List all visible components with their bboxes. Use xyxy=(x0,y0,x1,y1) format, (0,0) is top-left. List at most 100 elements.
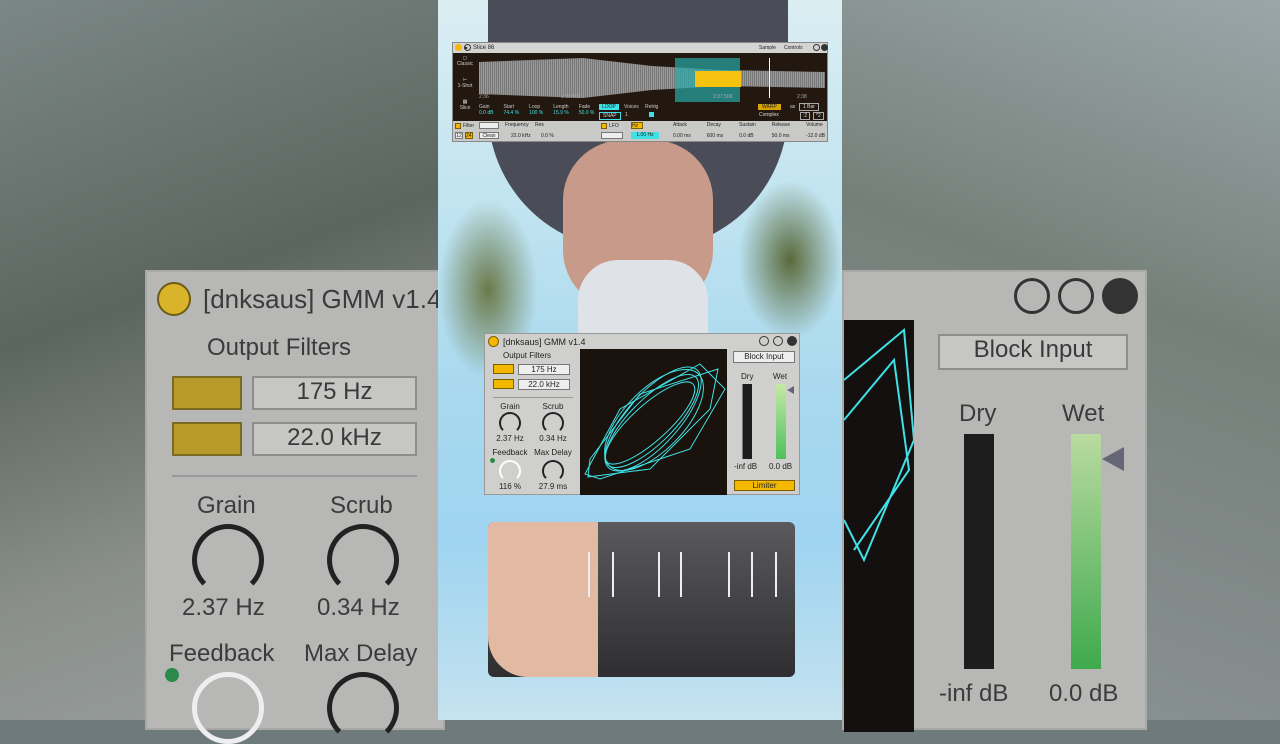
limiter-button[interactable]: Limiter xyxy=(734,480,795,491)
wet-slider-handle[interactable] xyxy=(1102,447,1124,471)
double-button[interactable]: *2 xyxy=(813,112,824,120)
scrub-knob[interactable] xyxy=(542,412,564,434)
hotswap-icon[interactable] xyxy=(1058,278,1094,314)
filter-type-select[interactable] xyxy=(479,122,499,129)
start-marker[interactable] xyxy=(769,58,770,98)
highpass-freq-field[interactable]: 175 Hz xyxy=(252,376,417,410)
lissajous-trace xyxy=(584,363,726,480)
device-power-icon[interactable] xyxy=(488,336,499,347)
slope-12-button[interactable]: 12 xyxy=(455,132,463,139)
param-fade[interactable]: Fade 50.0 % xyxy=(579,104,595,116)
settings-icon[interactable] xyxy=(813,44,820,51)
warp-toggle[interactable]: WARP xyxy=(758,104,781,110)
sampler-title: Slice 86 xyxy=(473,45,495,51)
wet-value: 0.0 dB xyxy=(769,462,793,471)
save-preset-icon[interactable] xyxy=(1102,278,1138,314)
key-light xyxy=(728,552,730,597)
feedback-led[interactable] xyxy=(490,458,495,463)
env-sustain[interactable]: Sustain 0.0 dB xyxy=(739,122,756,139)
lowpass-freq-field[interactable]: 22.0 kHz xyxy=(252,422,417,456)
mode-slice[interactable]: ▦ Slice xyxy=(455,99,475,119)
warp-mode-select[interactable]: Complex xyxy=(759,112,779,118)
lowpass-button[interactable] xyxy=(172,422,242,456)
voices-label: Voices xyxy=(624,104,639,110)
divider xyxy=(172,475,417,477)
hotswap-icon[interactable] xyxy=(773,336,783,346)
lfo-rate-field[interactable]: 1.00 Hz xyxy=(631,132,659,139)
max-delay-knob[interactable] xyxy=(542,460,564,482)
wet-label: Wet xyxy=(773,372,788,381)
wet-slider-handle[interactable] xyxy=(787,386,794,394)
scrub-label: Scrub xyxy=(330,492,393,519)
feedback-knob[interactable] xyxy=(192,672,264,744)
block-input-button[interactable]: Block Input xyxy=(733,351,795,363)
env-attack[interactable]: Attack 0.00 ms xyxy=(673,122,691,139)
fold-icon[interactable] xyxy=(759,336,769,346)
lowpass-button[interactable] xyxy=(493,379,514,389)
foliage xyxy=(738,180,842,340)
param-loop[interactable]: Loop 100 % xyxy=(529,104,543,116)
max-delay-knob[interactable] xyxy=(327,672,399,744)
play-icon[interactable]: ▶ xyxy=(464,44,471,51)
lfo-toggle[interactable] xyxy=(601,123,607,129)
highpass-button[interactable] xyxy=(493,364,514,374)
fold-icon[interactable] xyxy=(1014,278,1050,314)
frequency-label: Frequency xyxy=(505,122,529,128)
tab-controls[interactable]: Controls xyxy=(784,45,803,51)
frequency-value[interactable]: 22.0 kHz xyxy=(511,133,531,139)
grain-knob[interactable] xyxy=(499,412,521,434)
half-button[interactable]: :2 xyxy=(800,112,811,120)
wet-label: Wet xyxy=(1062,400,1105,427)
lfo-hz-button[interactable]: Hz xyxy=(631,122,643,129)
snap-toggle[interactable]: SNAP xyxy=(599,112,621,120)
power-icon[interactable] xyxy=(455,44,462,51)
save-icon[interactable] xyxy=(821,44,828,51)
mode-one-shot[interactable]: ⊢ 1-Shot xyxy=(455,77,475,97)
retrig-toggle[interactable] xyxy=(649,112,654,117)
lfo-wave-select[interactable] xyxy=(601,132,623,139)
block-input-button[interactable]: Block Input xyxy=(938,334,1128,370)
warp-length-field[interactable]: 1 Bar xyxy=(799,103,819,111)
sampler-bottom: Filter 12 24 Clean Frequency 22.0 kHz Re… xyxy=(453,121,827,142)
key-light xyxy=(680,552,682,597)
env-decay[interactable]: Decay 600 ms xyxy=(707,122,723,139)
gmm-zoomed-panel: [dnksaus] GMM v1.4 Output Filters 175 Hz… xyxy=(145,270,445,744)
hand xyxy=(488,522,598,677)
feedback-knob[interactable] xyxy=(499,460,521,482)
env-release[interactable]: Release 50.0 ms xyxy=(772,122,790,139)
env-volume[interactable]: Volume -12.0 dB xyxy=(806,122,825,139)
param-start[interactable]: Start 74.4 % xyxy=(503,104,519,116)
wet-meter xyxy=(776,384,786,459)
voices-select[interactable]: 1 xyxy=(625,112,628,118)
lowpass-freq-field[interactable]: 22.0 kHz xyxy=(518,379,570,390)
filter-label: Filter xyxy=(463,123,475,129)
grain-value: 2.37 Hz xyxy=(182,594,265,621)
filter-circuit-select[interactable]: Clean xyxy=(479,132,499,139)
gmm-device: [dnksaus] GMM v1.4 Output Filters 175 Hz… xyxy=(484,333,800,495)
param-length[interactable]: Length 15.9 % xyxy=(553,104,569,116)
param-gain[interactable]: Gain 0.0 dB xyxy=(479,104,493,116)
tab-sample[interactable]: Sample xyxy=(759,45,776,51)
mode-classic[interactable]: ◻ Classic xyxy=(455,55,475,75)
slope-24-button[interactable]: 24 xyxy=(465,132,473,139)
key-light xyxy=(612,552,614,597)
save-preset-icon[interactable] xyxy=(787,336,797,346)
scrub-value: 0.34 Hz xyxy=(539,434,567,443)
divider xyxy=(493,397,573,398)
scrub-knob[interactable] xyxy=(327,524,399,596)
roli-seaboard-controller xyxy=(488,522,795,677)
wet-meter xyxy=(1071,434,1101,669)
device-title: [dnksaus] GMM v1.4 xyxy=(203,284,442,314)
scrub-value: 0.34 Hz xyxy=(317,594,400,621)
key-light xyxy=(588,552,590,597)
as-label: as xyxy=(790,104,796,110)
sampler-device: ▶ Slice 86 Sample Controls ◻ Classic ⊢ 1-S… xyxy=(452,42,828,142)
res-value[interactable]: 0.0 % xyxy=(541,133,554,139)
highpass-button[interactable] xyxy=(172,376,242,410)
wet-value: 0.0 dB xyxy=(1049,680,1119,707)
filter-toggle[interactable] xyxy=(455,123,461,129)
scope-zoomed xyxy=(843,320,916,732)
loop-toggle[interactable]: LOOP xyxy=(599,104,619,110)
highpass-freq-field[interactable]: 175 Hz xyxy=(518,364,570,375)
grain-knob[interactable] xyxy=(192,524,264,596)
